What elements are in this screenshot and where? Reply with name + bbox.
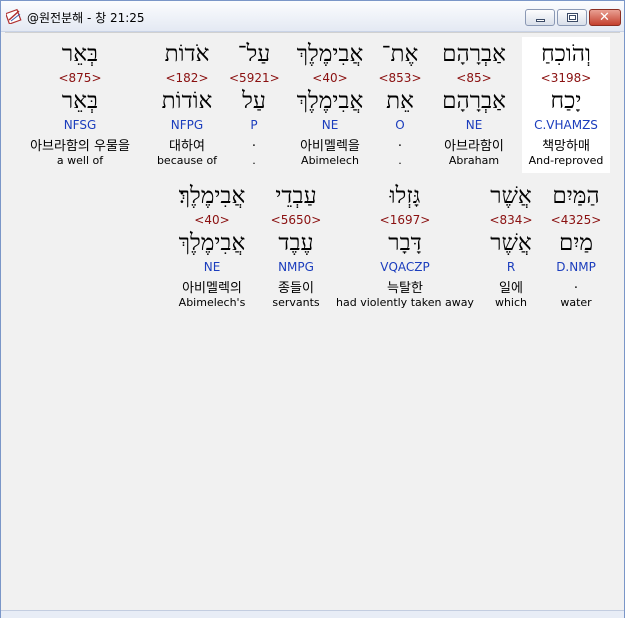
hebrew-word: אֲבִימֶלֶךְ bbox=[296, 41, 364, 67]
english-gloss: a well of bbox=[56, 154, 104, 167]
minimize-button[interactable] bbox=[525, 9, 555, 26]
word-card[interactable]: אֹדוֹת <182> אוֹדוֹת NFPG 대하여 because of bbox=[151, 37, 223, 173]
parse-code: P bbox=[250, 118, 258, 132]
parse-code: NE bbox=[465, 118, 483, 132]
hebrew-word: וְהֹוכִחַ bbox=[541, 41, 591, 67]
strong-number[interactable]: <40> bbox=[283, 71, 377, 85]
korean-gloss: . bbox=[397, 135, 403, 150]
word-card[interactable]: גָּזְלוּ <1697> דָּבָר VQACZP 늑탈한 had vi… bbox=[331, 179, 479, 315]
word-card[interactable]: אֶת־ <853> אֵת O . . bbox=[375, 37, 425, 173]
parse-code: NFPG bbox=[170, 118, 204, 132]
minimize-icon bbox=[536, 19, 545, 22]
english-gloss: Abimelech bbox=[301, 154, 359, 167]
strong-number[interactable]: <853> bbox=[375, 71, 425, 85]
parse-code: NMPG bbox=[278, 260, 314, 274]
word-card[interactable]: אֲבִימֶלֶךְ׃ <40> אֲבִימֶלֶךְ NE 아비멜렉의 A… bbox=[167, 179, 257, 315]
hebrew-lemma: דָּבָר bbox=[388, 230, 422, 256]
korean-gloss: 늑탈한 bbox=[387, 281, 423, 296]
app-window: @원전분해 - 창 21:25 ✕ וְהֹוכִחַ <3198> יָכַח… bbox=[0, 0, 625, 618]
hebrew-lemma: אֵת bbox=[386, 88, 414, 114]
word-card[interactable]: הַמַּיִם <4325> מַיִם D.NMP . water bbox=[543, 179, 609, 315]
hebrew-word: בְּאֵר bbox=[61, 41, 99, 67]
parse-code: NE bbox=[321, 118, 339, 132]
strong-number[interactable]: <875> bbox=[13, 71, 147, 85]
hebrew-word: אֲשֶׁר bbox=[490, 183, 532, 209]
hebrew-lemma: יָכַח bbox=[550, 88, 582, 114]
english-gloss: . bbox=[252, 154, 256, 167]
word-card[interactable]: אֲבִימֶלֶךְ <40> אֲבִימֶלֶךְ NE 아비멜렉을 Ab… bbox=[283, 37, 377, 173]
hebrew-lemma: בְּאֵר bbox=[61, 88, 99, 114]
korean-gloss: 아브라함이 bbox=[444, 139, 504, 154]
window-bottom-border bbox=[1, 610, 624, 618]
strong-number[interactable]: <182> bbox=[151, 71, 223, 85]
strong-number[interactable]: <834> bbox=[483, 213, 539, 227]
hebrew-lemma: מַיִם bbox=[558, 230, 594, 256]
interlinear-panel: וְהֹוכִחַ <3198> יָכַח C.VHAMZS 책망하매 And… bbox=[5, 32, 620, 611]
hebrew-lemma: אֲשֶׁר bbox=[490, 230, 532, 256]
hebrew-lemma: עֶבֶד bbox=[278, 230, 314, 256]
word-card[interactable]: אֲשֶׁר <834> אֲשֶׁר R 일에 which bbox=[483, 179, 539, 315]
maximize-button[interactable] bbox=[557, 9, 587, 26]
english-gloss: because of bbox=[156, 154, 218, 167]
strong-number[interactable]: <1697> bbox=[331, 213, 479, 227]
window-title: @원전분해 - 창 21:25 bbox=[27, 11, 145, 25]
parse-code: D.NMP bbox=[556, 260, 596, 274]
parse-code: O bbox=[395, 118, 405, 132]
word-card[interactable]: בְּאֵר <875> בְּאֵר NFSG 아브라함의 우물을 a wel… bbox=[13, 37, 147, 173]
strong-number[interactable]: <5921> bbox=[229, 71, 280, 85]
english-gloss: Abimelech's bbox=[178, 296, 246, 309]
english-gloss: . bbox=[398, 154, 402, 167]
english-gloss: which bbox=[494, 296, 528, 309]
word-card[interactable]: עַל־ <5921> עַל P . . bbox=[229, 37, 280, 173]
hebrew-word: הַמַּיִם bbox=[552, 183, 600, 209]
english-gloss: Abraham bbox=[448, 154, 500, 167]
parse-code: NFSG bbox=[63, 118, 97, 132]
word-card[interactable]: עַבְדֵי <5650> עֶבֶד NMPG 종들이 servants bbox=[263, 179, 329, 315]
hebrew-word: גָּזְלוּ bbox=[389, 183, 421, 209]
word-card[interactable]: אַבְרָהָם <85> אַבְרָהָם NE 아브라함이 Abraha… bbox=[428, 37, 520, 173]
close-button[interactable]: ✕ bbox=[589, 9, 621, 26]
hebrew-lemma: אֲבִימֶלֶךְ bbox=[178, 230, 246, 256]
strong-number[interactable]: <4325> bbox=[543, 213, 609, 227]
strong-number[interactable]: <40> bbox=[167, 213, 257, 227]
korean-gloss: 대하여 bbox=[169, 139, 205, 154]
parse-code: VQACZP bbox=[380, 260, 430, 274]
korean-gloss: 일에 bbox=[499, 281, 523, 296]
korean-gloss: . bbox=[573, 277, 579, 292]
hebrew-word: אֶת־ bbox=[381, 41, 419, 67]
close-icon: ✕ bbox=[599, 10, 610, 25]
hebrew-word: עַל־ bbox=[237, 41, 271, 67]
korean-gloss: 책망하매 bbox=[542, 139, 590, 154]
strong-number[interactable]: <85> bbox=[428, 71, 520, 85]
hebrew-word: אֲבִימֶלֶךְ׃ bbox=[178, 183, 246, 209]
word-card-selected[interactable]: וְהֹוכִחַ <3198> יָכַח C.VHAMZS 책망하매 And… bbox=[522, 37, 610, 173]
parse-code: R bbox=[506, 260, 516, 274]
maximize-icon bbox=[567, 13, 578, 22]
parse-code: C.VHAMZS bbox=[534, 118, 598, 132]
hebrew-lemma: עַל bbox=[242, 88, 266, 114]
app-logo-icon bbox=[6, 8, 22, 24]
korean-gloss: 아비멜렉을 bbox=[300, 139, 360, 154]
hebrew-lemma: אוֹדוֹת bbox=[161, 88, 213, 114]
title-bar[interactable]: @원전분해 - 창 21:25 ✕ bbox=[1, 1, 624, 32]
english-gloss: servants bbox=[272, 296, 320, 309]
english-gloss: had violently taken away bbox=[336, 296, 474, 309]
korean-gloss: 종들이 bbox=[278, 281, 314, 296]
korean-gloss: 아브라함의 우물을 bbox=[30, 139, 130, 154]
strong-number[interactable]: <5650> bbox=[263, 213, 329, 227]
korean-gloss: 아비멜렉의 bbox=[182, 281, 242, 296]
hebrew-word: אֹדוֹת bbox=[164, 41, 210, 67]
hebrew-word: עַבְדֵי bbox=[275, 183, 317, 209]
english-gloss: water bbox=[560, 296, 592, 309]
korean-gloss: . bbox=[251, 135, 257, 150]
strong-number[interactable]: <3198> bbox=[522, 71, 610, 85]
hebrew-word: אַבְרָהָם bbox=[442, 41, 506, 67]
hebrew-lemma: אֲבִימֶלֶךְ bbox=[296, 88, 364, 114]
hebrew-lemma: אַבְרָהָם bbox=[442, 88, 506, 114]
english-gloss: And-reproved bbox=[528, 154, 604, 167]
parse-code: NE bbox=[203, 260, 221, 274]
